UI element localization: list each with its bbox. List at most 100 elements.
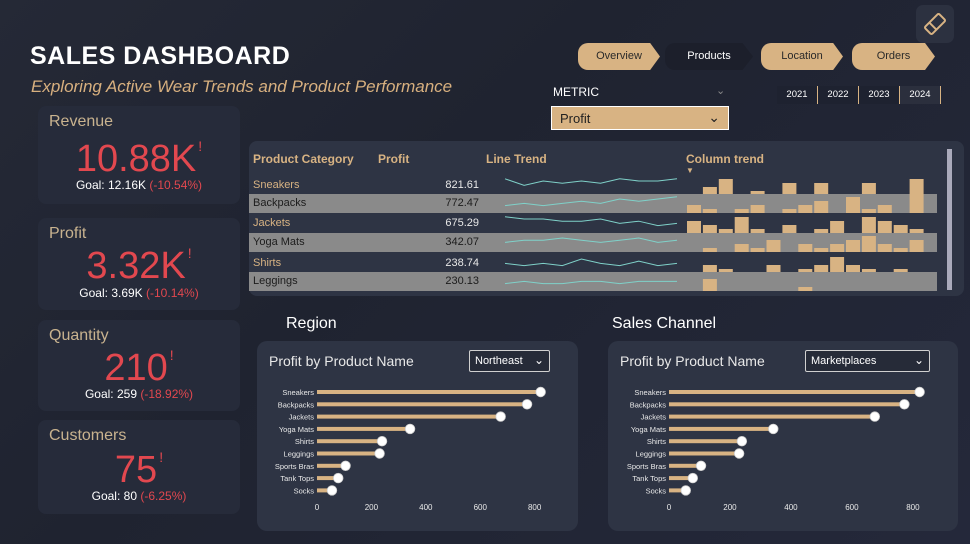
column-trend-bar [830, 244, 845, 252]
column-trend-bar [909, 240, 924, 252]
x-tick-label: 200 [365, 503, 379, 512]
category-label: Backpacks [630, 400, 667, 409]
region-section-title: Region [286, 315, 337, 332]
channel-chart-panel: Profit by Product Name Marketplaces ⌄ Sn… [608, 341, 958, 531]
column-trend-bar [687, 221, 701, 233]
nav-location[interactable]: Location [761, 43, 843, 70]
table-row[interactable]: Yoga Mats 342.07 [249, 233, 937, 252]
kpi-value: 10.88K [75, 138, 197, 180]
table-scrollbar[interactable] [947, 149, 952, 290]
column-trend-bar [861, 209, 876, 213]
row-profit: 238.74 [445, 257, 479, 269]
metric-label: METRIC [553, 85, 599, 99]
col-header-column-trend[interactable]: Column trend [686, 152, 764, 166]
nav-orders[interactable]: Orders [852, 43, 935, 70]
column-trend-bar [877, 205, 892, 213]
kpi-goal: Goal: 259 [84, 387, 137, 401]
column-trend-bar [734, 217, 749, 233]
metric-select[interactable]: Profit ⌄ [551, 106, 729, 130]
column-trend-bar [877, 221, 892, 233]
table-row[interactable]: Sneakers 821.61 [249, 176, 937, 195]
warning-icon: ! [187, 245, 192, 261]
category-label: Sports Bras [627, 462, 666, 471]
lollipop-dot [736, 435, 748, 447]
column-trend-bar [830, 221, 845, 233]
column-trend-bar [893, 248, 908, 252]
kpi-card-quantity: Quantity 210! Goal: 259 (-18.92%) [38, 320, 240, 411]
column-trend-bar [798, 205, 813, 213]
year-2022[interactable]: 2022 [818, 86, 859, 104]
sparkline-path [504, 178, 678, 186]
chevron-down-icon: ⌄ [708, 109, 720, 125]
lollipop-dot [869, 411, 880, 422]
column-trend-sparkbars [702, 236, 924, 252]
lollipop-dot [376, 435, 388, 447]
x-tick-label: 400 [419, 503, 433, 512]
sparkline-path [504, 258, 678, 267]
x-tick-label: 600 [474, 503, 488, 512]
line-trend-sparkline [504, 280, 677, 285]
category-label: Socks [646, 486, 667, 495]
col-header-line-trend[interactable]: Line Trend [486, 152, 547, 166]
column-trend-bar [798, 244, 813, 252]
channel-section-title: Sales Channel [612, 315, 717, 332]
column-trend-bar [687, 205, 701, 213]
x-tick-label: 400 [784, 503, 798, 512]
category-label: Jackets [289, 413, 315, 422]
lollipop-bar [317, 390, 541, 394]
lollipop-dot [914, 386, 925, 398]
chevron-down-icon[interactable]: ⌄ [716, 84, 725, 97]
lollipop-dot [326, 485, 338, 496]
column-trend-sparkbars [702, 279, 813, 291]
sort-desc-icon[interactable]: ▼ [686, 166, 694, 175]
row-profit: 230.13 [445, 275, 479, 287]
lollipop-bar [669, 402, 905, 407]
kpi-label: Quantity [49, 327, 109, 344]
x-tick-label: 0 [667, 503, 672, 512]
page-title: SALES DASHBOARD [30, 42, 291, 70]
category-label: Jackets [641, 413, 667, 422]
column-trend-bar [846, 240, 860, 252]
nav-overview[interactable]: Overview [578, 43, 660, 70]
row-category: Backpacks [253, 197, 307, 209]
lollipop-dot [404, 423, 416, 435]
col-header-profit[interactable]: Profit [378, 152, 409, 166]
year-2023[interactable]: 2023 [859, 86, 900, 104]
year-2024[interactable]: 2024 [900, 86, 941, 104]
table-row[interactable]: Leggings 230.13 [249, 272, 937, 291]
category-label: Sneakers [282, 388, 314, 397]
column-trend-sparkbars [702, 257, 908, 273]
category-label: Socks [294, 486, 315, 495]
table-row[interactable]: Jackets 675.29 [249, 214, 937, 233]
line-trend-sparkline [504, 258, 678, 267]
column-trend-bar [814, 201, 829, 213]
category-label: Sports Bras [275, 462, 314, 471]
table-row[interactable]: Backpacks 772.47 [249, 194, 937, 213]
lollipop-dot [374, 448, 385, 459]
x-tick-label: 0 [315, 503, 320, 512]
lollipop-dot [521, 399, 533, 410]
lollipop-bar [669, 426, 774, 431]
kpi-value: 75 [114, 449, 158, 491]
lollipop-dot [333, 472, 344, 484]
lollipop-bar [317, 451, 380, 456]
table-row[interactable]: Shirts 238.74 [249, 254, 937, 273]
year-2021[interactable]: 2021 [777, 86, 818, 104]
col-header-category[interactable]: Product Category [253, 152, 354, 166]
x-tick-label: 200 [723, 503, 737, 512]
column-trend-sparkbars [702, 179, 924, 195]
category-label: Sneakers [634, 388, 666, 397]
sparkline-path [504, 216, 678, 227]
edit-button[interactable] [916, 5, 954, 43]
lollipop-bar [317, 426, 411, 431]
nav-products[interactable]: Products [665, 43, 753, 70]
kpi-goal: Goal: 80 [91, 489, 137, 503]
category-label: Leggings [284, 450, 315, 459]
row-category: Yoga Mats [253, 236, 305, 248]
line-trend-sparkline [504, 216, 678, 227]
lollipop-dot [695, 460, 707, 472]
lollipop-dot [535, 386, 546, 398]
lollipop-dot [340, 460, 351, 472]
lollipop-bar [669, 414, 875, 419]
lollipop-dot [680, 485, 691, 496]
